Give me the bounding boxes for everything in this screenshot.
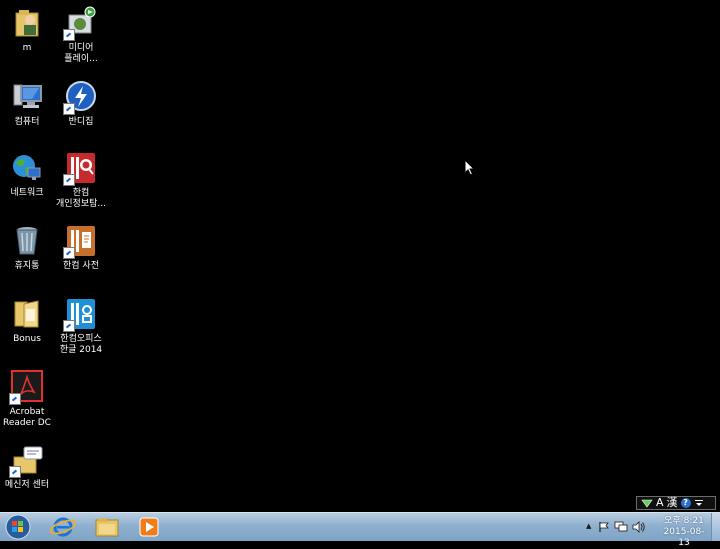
desktop-icon-user-folder[interactable]: m [0,6,57,54]
bandizip-icon [63,80,98,115]
desktop-icon-label: 네트워크 [10,188,44,198]
shortcut-arrow-icon [9,393,21,405]
taskbar-internet-explorer-button[interactable] [48,515,78,539]
ime-options-icon[interactable] [694,498,704,508]
shortcut-arrow-icon [63,174,75,186]
media-player-icon [63,6,98,41]
language-bar[interactable]: A 漢 ? [636,496,716,510]
media-player-icon [139,517,159,537]
start-button[interactable] [4,514,32,540]
desktop-icon-label: m [22,43,32,53]
file-explorer-folder-icon [95,518,119,537]
show-hidden-icons-button[interactable]: ▲ [586,522,591,530]
desktop-icon-label: 한컴 개인정보탐... [56,188,106,209]
shortcut-arrow-icon [63,320,75,332]
desktop-icon-label: 반디집 [68,117,94,127]
taskbar: ▲ 오후 8:21 2015-08-13 [0,512,720,548]
clock-time: 오후 8:21 [664,516,704,526]
user-folder-icon [10,6,44,40]
windows-logo-icon [5,514,31,540]
desktop-icon-hancom-privacy[interactable]: 한컴 개인정보탐... [51,151,111,210]
hancom-hangul-icon [63,297,98,332]
desktop-icon-media-player[interactable]: 미디어 플레이... [51,6,111,65]
shortcut-arrow-icon [63,247,75,259]
desktop-icon-label: 한컴 사전 [63,261,99,271]
desktop-icon-hancom-office-hangul[interactable]: 한컴오피스 한글 2014 [51,297,111,356]
folder-icon [10,297,44,331]
mouse-pointer-icon [464,159,475,176]
shortcut-arrow-icon [9,466,21,478]
network-globe-icon [10,151,44,185]
desktop-icon-network[interactable]: 네트워크 [0,151,57,199]
internet-explorer-icon [49,517,77,537]
desktop-icon-hancom-dictionary[interactable]: 한컴 사전 [51,224,111,272]
desktop-icon-messenger-center[interactable]: 메신저 센터 [0,443,57,491]
desktop-icon-label: 컴퓨터 [14,117,40,127]
desktop-icon-bonus-folder[interactable]: Bonus [0,297,57,345]
desktop-icon-label: 휴지통 [14,261,40,271]
taskbar-file-explorer-button[interactable] [92,515,122,539]
desktop-icon-label: 미디어 플레이... [64,43,98,64]
ime-handle-icon[interactable] [641,497,653,509]
ime-help-icon[interactable]: ? [680,498,691,508]
recycle-bin-icon [10,224,44,258]
desktop-icon-label: 메신저 센터 [4,480,50,490]
desktop: m 컴퓨터 네트워크 휴지통 Bonus Acrobat Reader DC 메… [0,0,720,512]
ime-hanja-button[interactable]: 漢 [667,497,678,509]
messenger-center-icon [9,443,44,478]
ime-mode-button[interactable]: A [656,497,664,509]
system-clock[interactable]: 오후 8:21 2015-08-13 [658,516,710,549]
shortcut-arrow-icon [63,103,75,115]
shortcut-arrow-icon [63,29,75,41]
desktop-icon-acrobat-reader[interactable]: Acrobat Reader DC [0,370,57,429]
computer-icon [10,80,44,114]
network-status-icon[interactable] [614,521,628,533]
desktop-icon-recycle-bin[interactable]: 휴지통 [0,224,57,272]
desktop-icon-label: Acrobat Reader DC [3,407,51,428]
desktop-icon-label: Bonus [13,334,41,344]
desktop-icon-label: 한컴오피스 한글 2014 [59,334,103,355]
desktop-icon-computer[interactable]: 컴퓨터 [0,80,57,128]
show-desktop-button[interactable] [711,513,720,541]
hancom-privacy-scan-icon [63,151,98,186]
clock-date: 2015-08-13 [663,527,705,548]
action-center-flag-icon[interactable] [598,521,610,533]
notification-area: ▲ 오후 8:21 2015-08-13 [580,513,720,548]
volume-icon[interactable] [632,521,646,533]
acrobat-reader-icon [9,370,44,405]
hancom-dictionary-icon [63,224,98,259]
taskbar-media-player-button[interactable] [134,515,164,539]
desktop-icon-bandizip[interactable]: 반디집 [51,80,111,128]
